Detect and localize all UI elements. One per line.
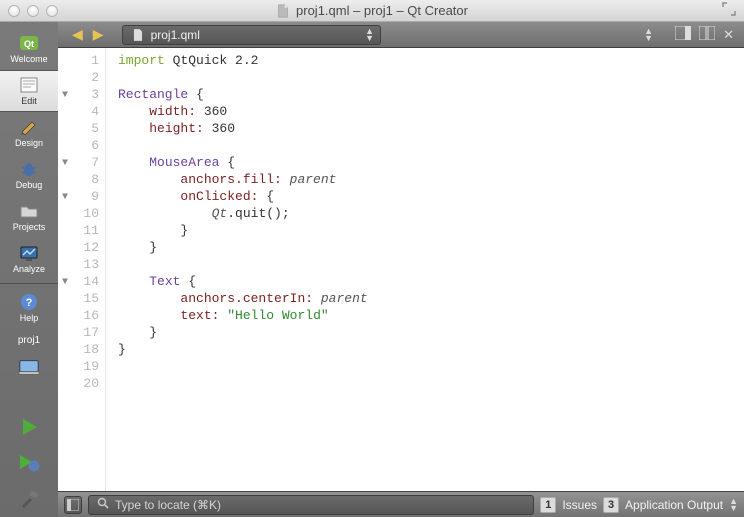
mode-analyze[interactable]: Analyze (0, 238, 58, 280)
mode-label: Analyze (13, 264, 45, 274)
nav-forward-button[interactable]: ▶ (93, 26, 104, 43)
code-editor[interactable]: 123▼4567▼89▼1011121314▼151617181920 impo… (58, 48, 744, 491)
window-controls (8, 5, 58, 17)
document-icon (276, 4, 290, 18)
locator-input[interactable]: Type to locate (⌘K) (88, 495, 534, 515)
mode-edit[interactable]: Edit (0, 70, 58, 112)
search-icon (97, 497, 109, 512)
status-bar: Type to locate (⌘K) 1 Issues 3 Applicati… (58, 491, 744, 517)
analyze-icon (18, 244, 40, 262)
fold-icon[interactable]: ▼ (62, 274, 68, 291)
editor-toolbar: ◀ ▶ proj1.qml ▲▼ ▲▼ ✕ (58, 22, 744, 48)
panel-issues-button[interactable]: Issues (562, 498, 597, 512)
close-window-button[interactable] (8, 5, 20, 17)
run-button[interactable] (0, 409, 58, 445)
svg-text:Qt: Qt (24, 39, 34, 49)
symbol-dropdown-icon[interactable]: ▲▼ (644, 28, 653, 42)
kit-selector[interactable] (0, 352, 58, 384)
minimize-window-button[interactable] (27, 5, 39, 17)
fold-icon[interactable]: ▼ (62, 87, 68, 104)
help-icon: ? (18, 293, 40, 311)
window-title: proj1.qml – proj1 – Qt Creator (0, 3, 744, 18)
locator-placeholder: Type to locate (⌘K) (115, 498, 221, 512)
mode-sidebar: Qt Welcome Edit Design Debug Pr (0, 22, 58, 517)
close-document-button[interactable]: ✕ (723, 27, 734, 43)
line-gutter: 123▼4567▼89▼1011121314▼151617181920 (58, 48, 106, 491)
panel-badge[interactable]: 3 (603, 497, 619, 513)
mode-label: Debug (16, 180, 43, 190)
mode-help[interactable]: ? Help (0, 287, 58, 329)
projects-icon (18, 202, 40, 220)
fold-icon[interactable]: ▼ (62, 155, 68, 172)
hammer-icon (18, 488, 40, 510)
project-selector[interactable]: proj1 (0, 329, 58, 352)
run-debug-button[interactable] (0, 445, 58, 481)
panel-appoutput-button[interactable]: Application Output (625, 498, 723, 512)
mode-label: Help (20, 313, 39, 323)
qt-logo-icon: Qt (18, 34, 40, 52)
debug-icon (18, 160, 40, 178)
mode-design[interactable]: Design (0, 112, 58, 154)
code-area[interactable]: import QtQuick 2.2 Rectangle { width: 36… (106, 48, 744, 491)
document-icon (131, 28, 145, 42)
current-file-label: proj1.qml (151, 28, 200, 42)
play-icon (18, 416, 40, 438)
panel-badge[interactable]: 1 (540, 497, 556, 513)
mode-welcome[interactable]: Qt Welcome (0, 28, 58, 70)
panel-menu-icon[interactable]: ▲▼ (729, 498, 738, 512)
zoom-window-button[interactable] (46, 5, 58, 17)
sidebar-toggle-button[interactable] (64, 496, 82, 514)
monitor-icon (18, 359, 40, 377)
open-file-selector[interactable]: proj1.qml ▲▼ (122, 25, 382, 45)
dropdown-arrows-icon: ▲▼ (365, 28, 374, 42)
build-button[interactable] (0, 481, 58, 517)
split-button[interactable] (699, 26, 715, 43)
mode-label: Projects (13, 222, 46, 232)
sidebar-divider (0, 283, 58, 284)
fold-icon[interactable]: ▼ (62, 189, 68, 206)
titlebar: proj1.qml – proj1 – Qt Creator (0, 0, 744, 22)
mode-projects[interactable]: Projects (0, 196, 58, 238)
play-debug-icon (17, 452, 41, 474)
mode-label: Welcome (10, 54, 47, 64)
split-side-button[interactable] (675, 26, 691, 43)
nav-back-button[interactable]: ◀ (72, 26, 83, 43)
mode-label: Edit (21, 96, 37, 106)
fullscreen-icon[interactable] (722, 2, 736, 19)
svg-text:?: ? (26, 297, 33, 309)
mode-debug[interactable]: Debug (0, 154, 58, 196)
edit-icon (18, 76, 40, 94)
mode-label: Design (15, 138, 43, 148)
design-icon (18, 118, 40, 136)
